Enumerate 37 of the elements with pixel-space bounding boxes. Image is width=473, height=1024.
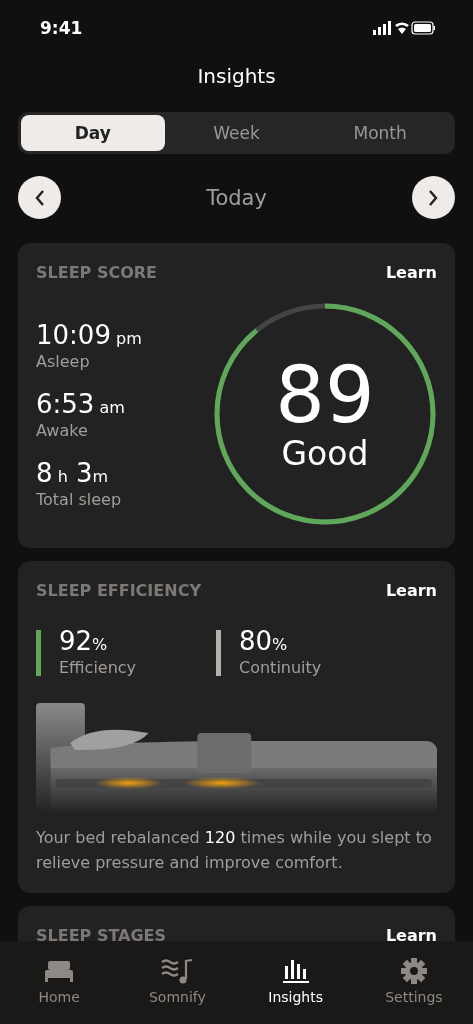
battery-icon (411, 21, 435, 35)
stat-value: 10:09 pm (36, 319, 142, 350)
date-label: Today (206, 185, 267, 210)
previous-button[interactable] (18, 176, 61, 219)
signal-icon (373, 21, 391, 35)
learn-link[interactable]: Learn (385, 926, 437, 945)
card-heading: SLEEP STAGES (36, 926, 167, 945)
tab-bar-item[interactable]: Settings (354, 953, 473, 1024)
wifi-icon (395, 22, 409, 34)
tab-bar-item[interactable]: Insights (236, 953, 355, 1024)
chevron-left-icon (33, 188, 46, 207)
metric-label: Continuity (239, 658, 322, 677)
card-heading: SLEEP EFFICIENCY (36, 581, 201, 600)
period-tab[interactable]: Week (164, 115, 309, 151)
tab-bar-item[interactable]: Somnify (118, 953, 237, 1024)
period-tab[interactable]: Day (21, 115, 165, 151)
chevron-right-icon (427, 188, 440, 207)
metric-value: 80% (239, 626, 289, 656)
stat-label: Awake (36, 420, 89, 440)
stat-value: 8 h 3m (36, 457, 110, 488)
rebalance-caption: Your bed rebalanced 120 times while you slept to relieve pressure and improve comfort. (36, 827, 433, 874)
next-button[interactable] (412, 176, 455, 219)
stat-value: 6:53 am (36, 388, 126, 419)
music-icon (160, 957, 195, 985)
metric-value: 92% (59, 626, 109, 656)
score-value: 89 (275, 355, 375, 434)
period-tab[interactable]: Month (308, 115, 452, 151)
stat-label: Total sleep (36, 489, 123, 509)
stat-label: Asleep (36, 351, 91, 371)
learn-link[interactable]: Learn (385, 263, 437, 282)
card-heading: SLEEP SCORE (36, 263, 157, 282)
status-time: 9:41 (40, 18, 83, 38)
score-rating: Good (281, 433, 369, 473)
metric-label: Efficiency (59, 658, 137, 677)
tab-bar-item[interactable]: Home (0, 953, 119, 1024)
learn-link[interactable]: Learn (385, 581, 437, 600)
page-title: Insights (196, 64, 277, 88)
